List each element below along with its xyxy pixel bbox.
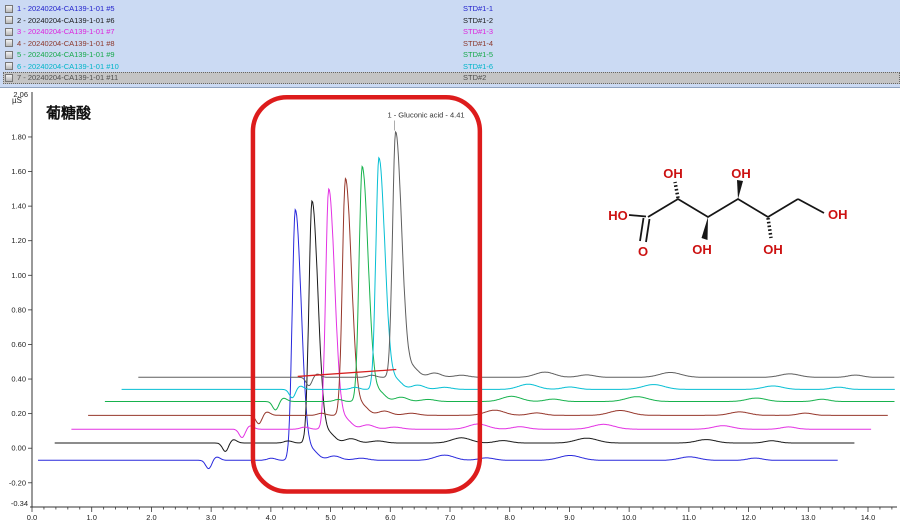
chromatography-window: 1 - 20240204-CA139-1-01 #5STD#1-12 - 202… <box>0 0 900 532</box>
hydroxyl-label-c2: OH <box>663 166 683 181</box>
injection-label: 7 - 20240204-CA139-1-01 #11 <box>17 72 118 83</box>
injection-label: 4 - 20240204-CA139-1-01 #8 <box>17 38 115 49</box>
sequence-row[interactable]: 1 - 20240204-CA139-1-01 #5 STD#1-1 <box>3 3 900 15</box>
x-tick-label: 3.0 <box>206 513 216 522</box>
x-tick-label: 5.0 <box>325 513 335 522</box>
hydroxyl-label-c5: OH <box>763 242 783 257</box>
chromatogram-plot[interactable]: 0.0 1.0 2.0 3.0 4.0 5.0 6.0 7.0 8.0 9.0 10.0 11.0 12… <box>0 88 900 532</box>
peak-baseline-marker <box>298 370 397 377</box>
hydroxyl-label-c4: OH <box>731 166 751 181</box>
y-tick-label: 1.20 <box>11 236 26 245</box>
chromatogram-icon <box>5 62 13 70</box>
standard-label: STD#1-1 <box>463 3 493 14</box>
x-tick-label: 12.0 <box>741 513 756 522</box>
sequence-row[interactable]: 4 - 20240204-CA139-1-01 #8 STD#1-4 <box>3 38 900 50</box>
ho-label: HO <box>608 208 628 223</box>
injection-label: 3 - 20240204-CA139-1-01 #7 <box>17 26 115 37</box>
molecule-bonds <box>629 180 824 242</box>
sequence-row[interactable]: 6 - 20240204-CA139-1-01 #10 STD#1-6 <box>3 61 900 73</box>
injection-label: 2 - 20240204-CA139-1-01 #6 <box>17 15 115 26</box>
y-tick-label: 0.60 <box>11 340 26 349</box>
chromatogram-icon <box>5 51 13 59</box>
x-tick-label: 1.0 <box>86 513 96 522</box>
chromatogram-icon <box>5 16 13 24</box>
x-tick-label: 6.0 <box>385 513 395 522</box>
injection-label: 5 - 20240204-CA139-1-01 #9 <box>17 49 115 60</box>
chromatogram-icon <box>5 74 13 82</box>
x-tick-label: 2.0 <box>146 513 156 522</box>
x-tick-label: 11.0 <box>682 513 696 522</box>
x-tick-label: 9.0 <box>564 513 574 522</box>
standard-label: STD#1-4 <box>463 38 493 49</box>
y-tick-label: -0.20 <box>9 478 26 487</box>
chromatogram-icon <box>5 39 13 47</box>
injection-label: 6 - 20240204-CA139-1-01 #10 <box>17 61 119 72</box>
y-axis-unit: µS <box>12 96 22 105</box>
y-tick-label: 0.20 <box>11 409 26 418</box>
sequence-row[interactable]: 2 - 20240204-CA139-1-01 #6 STD#1-2 <box>3 15 900 27</box>
x-tick-label: 7.0 <box>445 513 455 522</box>
molecule-labels: HO O OH OH OH OH OH <box>608 166 847 259</box>
sequence-row[interactable]: 5 - 20240204-CA139-1-01 #9 STD#1-5 <box>3 49 900 61</box>
y-tick-label: 1.80 <box>11 132 26 141</box>
sequence-row[interactable]: 7 - 20240204-CA139-1-01 #11 STD#2 <box>3 72 900 84</box>
hydroxyl-label-c3: OH <box>692 242 712 257</box>
carbonyl-o-label: O <box>638 244 648 259</box>
sequence-legend-rows: 1 - 20240204-CA139-1-01 #5STD#1-12 - 202… <box>3 3 900 84</box>
chromatogram-icon <box>5 5 13 13</box>
standard-label: STD#1-6 <box>463 61 493 72</box>
chromatogram-panel: 0.0 1.0 2.0 3.0 4.0 5.0 6.0 7.0 8.0 9.0 10.0 11.0 12… <box>0 88 900 532</box>
chromatogram-icon <box>5 28 13 36</box>
sequence-row[interactable]: 3 - 20240204-CA139-1-01 #7 STD#1-3 <box>3 26 900 38</box>
y-tick-label: 0.00 <box>11 444 26 453</box>
y-tick-label: 1.60 <box>11 167 26 176</box>
gluconic-acid-structure: HO O OH OH OH OH OH <box>588 165 888 285</box>
hydroxyl-label-c6: OH <box>828 207 848 222</box>
standard-label: STD#2 <box>463 72 486 83</box>
y-tick-label: 1.40 <box>11 202 26 211</box>
y-tick-label: 0.80 <box>11 305 26 314</box>
sequence-legend: 1 - 20240204-CA139-1-01 #5STD#1-12 - 202… <box>0 0 900 88</box>
injection-label: 1 - 20240204-CA139-1-01 #5 <box>17 3 115 14</box>
x-tick-label: 10.0 <box>622 513 637 522</box>
standard-label: STD#1-2 <box>463 15 493 26</box>
x-tick-label: 0.0 <box>27 513 37 522</box>
y-axis-min-label: -0.34 <box>11 499 28 508</box>
y-tick-label: 1.00 <box>11 271 26 280</box>
x-tick-label: 4.0 <box>266 513 276 522</box>
peak-annotation: 1 - Gluconic acid - 4.41 <box>387 110 464 119</box>
standard-label: STD#1-5 <box>463 49 493 60</box>
chart-title: 葡糖酸 <box>46 102 91 123</box>
x-tick-label: 8.0 <box>504 513 514 522</box>
standard-label: STD#1-3 <box>463 26 493 37</box>
x-tick-label: 14.0 <box>861 513 876 522</box>
x-tick-label: 13.0 <box>801 513 816 522</box>
y-tick-label: 0.40 <box>11 375 26 384</box>
highlight-annotation <box>253 97 480 491</box>
